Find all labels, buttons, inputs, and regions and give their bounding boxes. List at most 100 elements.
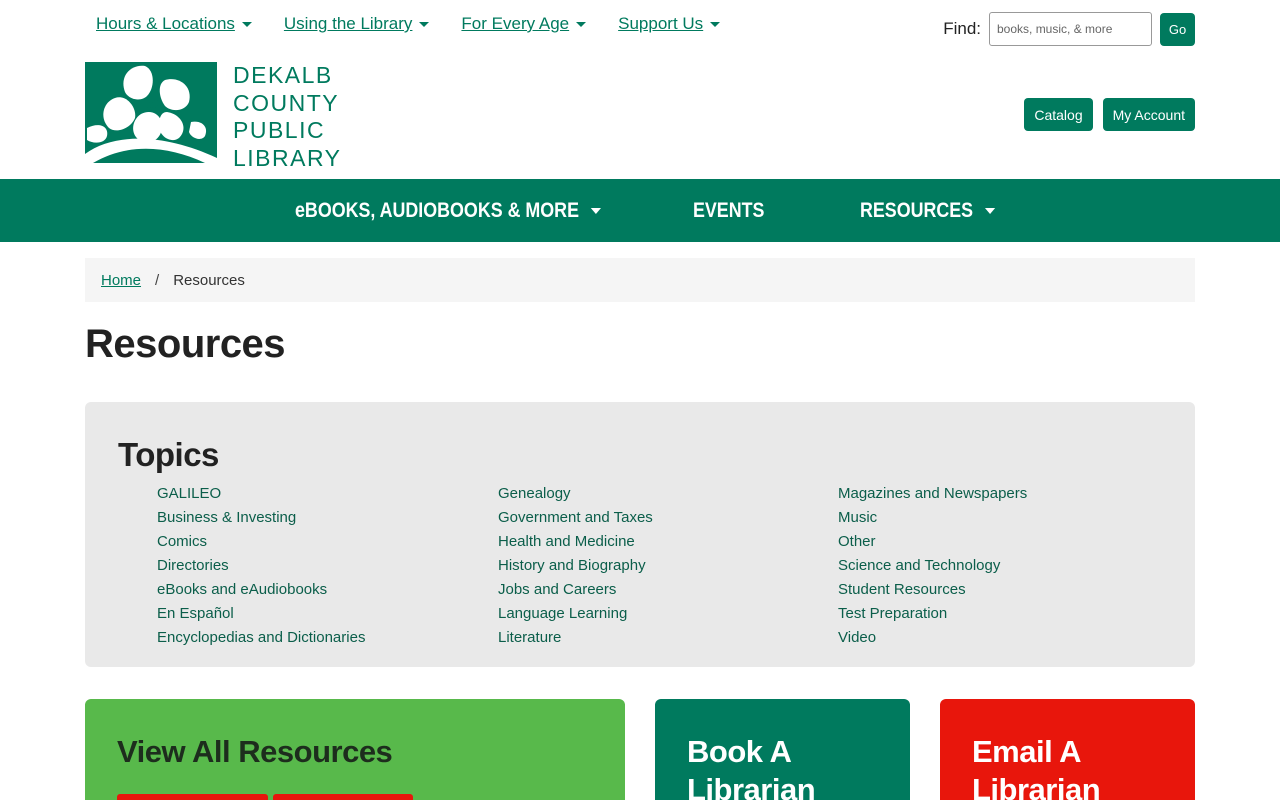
list-item: Video [838, 626, 1027, 650]
topic-link[interactable]: Magazines and Newspapers [838, 485, 1027, 502]
breadcrumb-current: Resources [173, 271, 245, 289]
card-button[interactable] [117, 794, 268, 800]
list-item: Student Resources [838, 578, 1027, 602]
catalog-button[interactable]: Catalog [1024, 98, 1093, 131]
topic-link[interactable]: Video [838, 629, 876, 646]
nav-support-us-label: Support Us [618, 14, 704, 33]
list-item: Literature [498, 626, 653, 650]
list-item: Music [838, 506, 1027, 530]
search-form: Find: Go [943, 12, 1195, 46]
caret-down-icon [576, 21, 587, 27]
caret-down-icon [241, 21, 252, 27]
topic-link[interactable]: Government and Taxes [498, 509, 653, 526]
nav-hours-locations-label: Hours & Locations [96, 14, 235, 33]
utility-nav: Hours & Locations Using the Library For … [96, 14, 721, 34]
topics-heading: Topics [118, 436, 219, 473]
nav-events[interactable]: EVENTS [693, 199, 764, 223]
list-item: Test Preparation [838, 602, 1027, 626]
logo-wordmark: DEKALB COUNTY PUBLIC LIBRARY [233, 62, 342, 172]
list-item: Business & Investing [157, 506, 365, 530]
topic-link[interactable]: Student Resources [838, 581, 966, 598]
dogwood-flower-icon [85, 62, 217, 163]
topic-link[interactable]: Music [838, 509, 877, 526]
list-item: Jobs and Careers [498, 578, 653, 602]
list-item: Magazines and Newspapers [838, 482, 1027, 506]
topic-link[interactable]: Encyclopedias and Dictionaries [157, 629, 365, 646]
logo-line: PUBLIC [233, 117, 326, 143]
search-input[interactable] [989, 12, 1152, 46]
topic-link[interactable]: History and Biography [498, 557, 646, 574]
list-item: En Español [157, 602, 365, 626]
my-account-button[interactable]: My Account [1102, 98, 1195, 131]
topics-panel: Topics GALILEO Business & Investing Comi… [85, 402, 1195, 667]
nav-using-library[interactable]: Using the Library [284, 14, 430, 34]
topic-link[interactable]: Language Learning [498, 605, 627, 622]
nav-for-every-age[interactable]: For Every Age [461, 14, 587, 34]
card-button[interactable] [273, 794, 413, 800]
nav-resources-label: RESOURCES [860, 199, 974, 222]
list-item: Science and Technology [838, 554, 1027, 578]
caret-down-icon [419, 21, 430, 27]
main-nav: eBOOKS, AUDIOBOOKS & MORE EVENTS RESOURC… [0, 179, 1280, 242]
logo-line: LIBRARY [233, 144, 342, 171]
book-a-librarian-heading: Book A Librarian [687, 733, 816, 800]
library-logo[interactable]: DEKALB COUNTY PUBLIC LIBRARY [85, 62, 342, 172]
list-item: Encyclopedias and Dictionaries [157, 626, 365, 650]
list-item: eBooks and eAudiobooks [157, 578, 365, 602]
nav-events-label: EVENTS [693, 199, 765, 222]
view-all-resources-heading: View All Resources [117, 734, 393, 769]
caret-down-icon [590, 208, 602, 214]
topic-link[interactable]: Other [838, 533, 876, 550]
breadcrumb: Home / Resources [85, 258, 1195, 302]
email-a-librarian-card[interactable]: Email A Librarian [940, 699, 1195, 800]
topic-link[interactable]: Business & Investing [157, 509, 296, 526]
list-item: Genealogy [498, 482, 653, 506]
topic-link[interactable]: Literature [498, 629, 561, 646]
list-item: Other [838, 530, 1027, 554]
topic-link[interactable]: Genealogy [498, 485, 571, 502]
topics-column-2: Genealogy Government and Taxes Health an… [498, 482, 653, 650]
list-item: GALILEO [157, 482, 365, 506]
nav-resources[interactable]: RESOURCES [860, 199, 996, 223]
logo-line: DEKALB [233, 62, 333, 88]
logo-line: COUNTY [233, 89, 340, 116]
view-all-resources-card[interactable]: View All Resources [85, 699, 625, 800]
heading-line: Email A [972, 734, 1082, 769]
list-item: History and Biography [498, 554, 653, 578]
caret-down-icon [984, 208, 996, 214]
list-item: Language Learning [498, 602, 653, 626]
heading-line: Book A [687, 734, 792, 769]
topic-link[interactable]: En Español [157, 605, 234, 622]
topics-column-1: GALILEO Business & Investing Comics Dire… [157, 482, 365, 650]
search-label: Find: [943, 19, 981, 38]
topic-link[interactable]: Directories [157, 557, 229, 574]
nav-support-us[interactable]: Support Us [618, 14, 721, 34]
nav-using-library-label: Using the Library [283, 14, 413, 33]
topics-column-3: Magazines and Newspapers Music Other Sci… [838, 482, 1027, 650]
topic-link[interactable]: Comics [157, 533, 207, 550]
list-item: Directories [157, 554, 365, 578]
account-buttons: Catalog My Account [1024, 98, 1195, 131]
nav-for-every-age-label: For Every Age [461, 14, 570, 33]
topic-link[interactable]: GALILEO [157, 485, 221, 502]
breadcrumb-home-link[interactable]: Home [101, 272, 141, 289]
list-item: Comics [157, 530, 365, 554]
breadcrumb-separator: / [155, 271, 160, 289]
heading-line: Librarian [687, 772, 816, 800]
nav-ebooks-label: eBOOKS, AUDIOBOOKS & MORE [295, 199, 579, 222]
book-a-librarian-card[interactable]: Book A Librarian [655, 699, 910, 800]
topic-link[interactable]: Science and Technology [838, 557, 1000, 574]
caret-down-icon [710, 21, 721, 27]
page-title: Resources [85, 322, 286, 366]
search-go-button[interactable]: Go [1160, 12, 1195, 46]
heading-line: Librarian [972, 772, 1101, 800]
topic-link[interactable]: Jobs and Careers [498, 581, 616, 598]
nav-ebooks-audiobooks[interactable]: eBOOKS, AUDIOBOOKS & MORE [295, 199, 602, 223]
topic-link[interactable]: Health and Medicine [498, 533, 635, 550]
email-a-librarian-heading: Email A Librarian [972, 733, 1101, 800]
nav-hours-locations[interactable]: Hours & Locations [96, 14, 252, 34]
topic-link[interactable]: eBooks and eAudiobooks [157, 581, 327, 598]
list-item: Health and Medicine [498, 530, 653, 554]
list-item: Government and Taxes [498, 506, 653, 530]
topic-link[interactable]: Test Preparation [838, 605, 947, 622]
